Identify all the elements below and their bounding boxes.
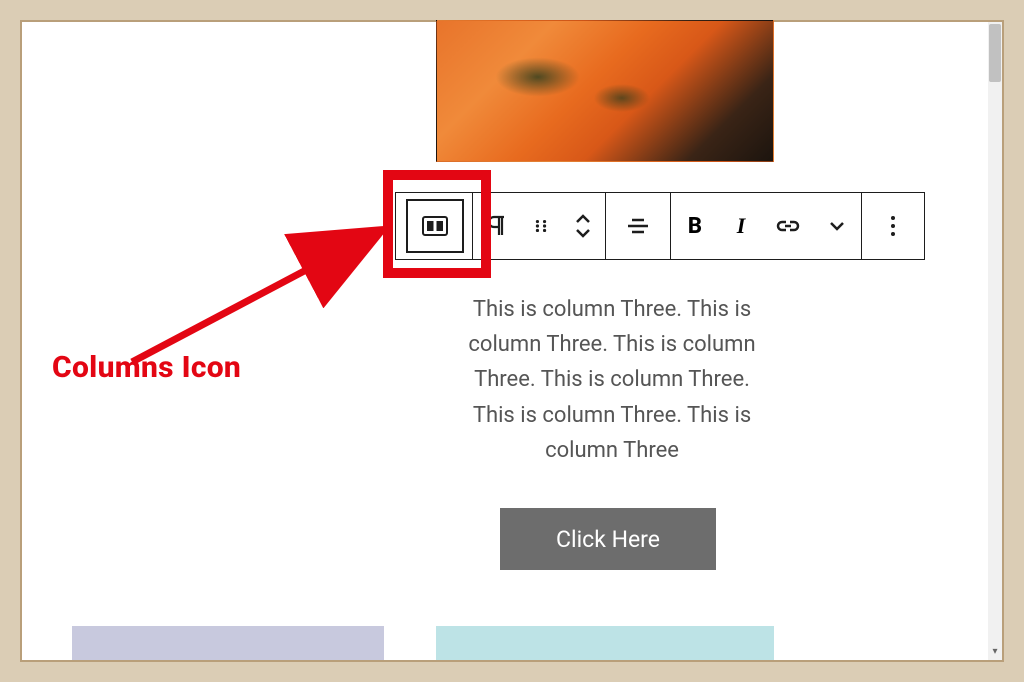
drag-icon <box>533 217 549 235</box>
placeholder-block-center[interactable] <box>436 626 774 660</box>
editor-canvas: B I <box>20 20 1004 662</box>
chevron-updown-icon <box>574 213 592 239</box>
click-here-button[interactable]: Click Here <box>500 508 716 570</box>
pilcrow-icon <box>487 215 507 237</box>
link-icon <box>775 219 801 233</box>
options-button[interactable] <box>862 193 924 259</box>
scroll-down-arrow-icon[interactable]: ▾ <box>988 644 1002 658</box>
kebab-icon <box>890 215 896 237</box>
paragraph-button[interactable] <box>473 193 521 259</box>
columns-block-button[interactable] <box>396 193 472 259</box>
align-button[interactable] <box>606 193 670 259</box>
bold-icon: B <box>688 214 702 239</box>
column-image[interactable] <box>436 20 774 162</box>
scrollbar-thumb[interactable] <box>989 24 1001 82</box>
link-button[interactable] <box>763 193 813 259</box>
button-label: Click Here <box>556 526 660 553</box>
drag-handle-button[interactable] <box>521 193 561 259</box>
placeholder-block-left[interactable] <box>72 626 384 660</box>
annotation-label: Columns Icon <box>52 350 241 385</box>
italic-icon: I <box>737 213 746 239</box>
columns-icon <box>422 216 448 236</box>
block-toolbar: B I <box>395 192 925 260</box>
vertical-scrollbar[interactable]: ▾ <box>988 22 1002 660</box>
align-icon <box>626 217 650 235</box>
italic-button[interactable]: I <box>719 193 763 259</box>
chevron-down-icon <box>828 220 846 232</box>
more-inline-button[interactable] <box>813 193 861 259</box>
bold-button[interactable]: B <box>671 193 719 259</box>
column-paragraph[interactable]: This is column Three. This is column Thr… <box>452 292 772 468</box>
move-updown-button[interactable] <box>561 193 605 259</box>
